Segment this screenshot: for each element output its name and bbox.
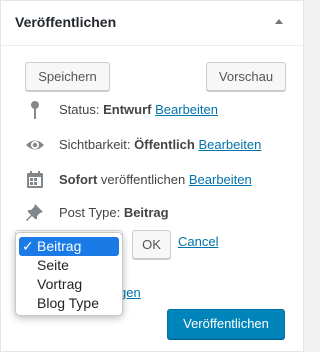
- publish-box: Veröffentlichen Speichern Vorschau Statu…: [0, 0, 304, 352]
- dropdown-option[interactable]: Seite: [16, 256, 122, 275]
- visibility-value: Öffentlich: [134, 137, 195, 152]
- visibility-label: Sichtbarkeit:: [59, 137, 131, 152]
- edit-visibility-link[interactable]: Bearbeiten: [198, 137, 261, 152]
- checkmark-icon: ✓: [22, 238, 34, 254]
- save-draft-button[interactable]: Speichern: [25, 62, 110, 91]
- calendar-icon: [27, 171, 43, 188]
- cancel-link[interactable]: Cancel: [178, 234, 218, 249]
- dropdown-option[interactable]: Blog Type: [16, 294, 122, 313]
- edit-publish-time-link[interactable]: Bearbeiten: [189, 172, 252, 187]
- status-label: Status:: [59, 102, 100, 117]
- publish-box-title: Veröffentlichen: [15, 14, 117, 30]
- publish-time-value: Sofort: [59, 172, 98, 187]
- dropdown-option-label: Beitrag: [37, 238, 82, 254]
- preview-button[interactable]: Vorschau: [206, 62, 286, 91]
- post-type-label: Post Type:: [59, 205, 121, 220]
- dropdown-option[interactable]: Vortrag: [16, 275, 122, 294]
- edit-status-link[interactable]: Bearbeiten: [155, 102, 218, 117]
- thumbtack-icon: [26, 204, 43, 221]
- ok-button[interactable]: OK: [132, 230, 171, 259]
- status-value: Entwurf: [103, 102, 152, 117]
- post-type-value: Beitrag: [123, 205, 169, 220]
- dropdown-option-selected[interactable]: ✓ Beitrag: [19, 237, 119, 256]
- collapse-arrow-icon[interactable]: [275, 19, 283, 24]
- pin-icon: [31, 101, 39, 119]
- post-type-dropdown: ✓ Beitrag Seite Vortrag Blog Type: [15, 232, 123, 316]
- publish-time-label: veröffentlichen: [100, 172, 186, 187]
- publish-box-header[interactable]: Veröffentlichen: [1, 1, 303, 46]
- publish-button[interactable]: Veröffentlichen: [167, 309, 285, 339]
- eye-icon: [26, 140, 44, 150]
